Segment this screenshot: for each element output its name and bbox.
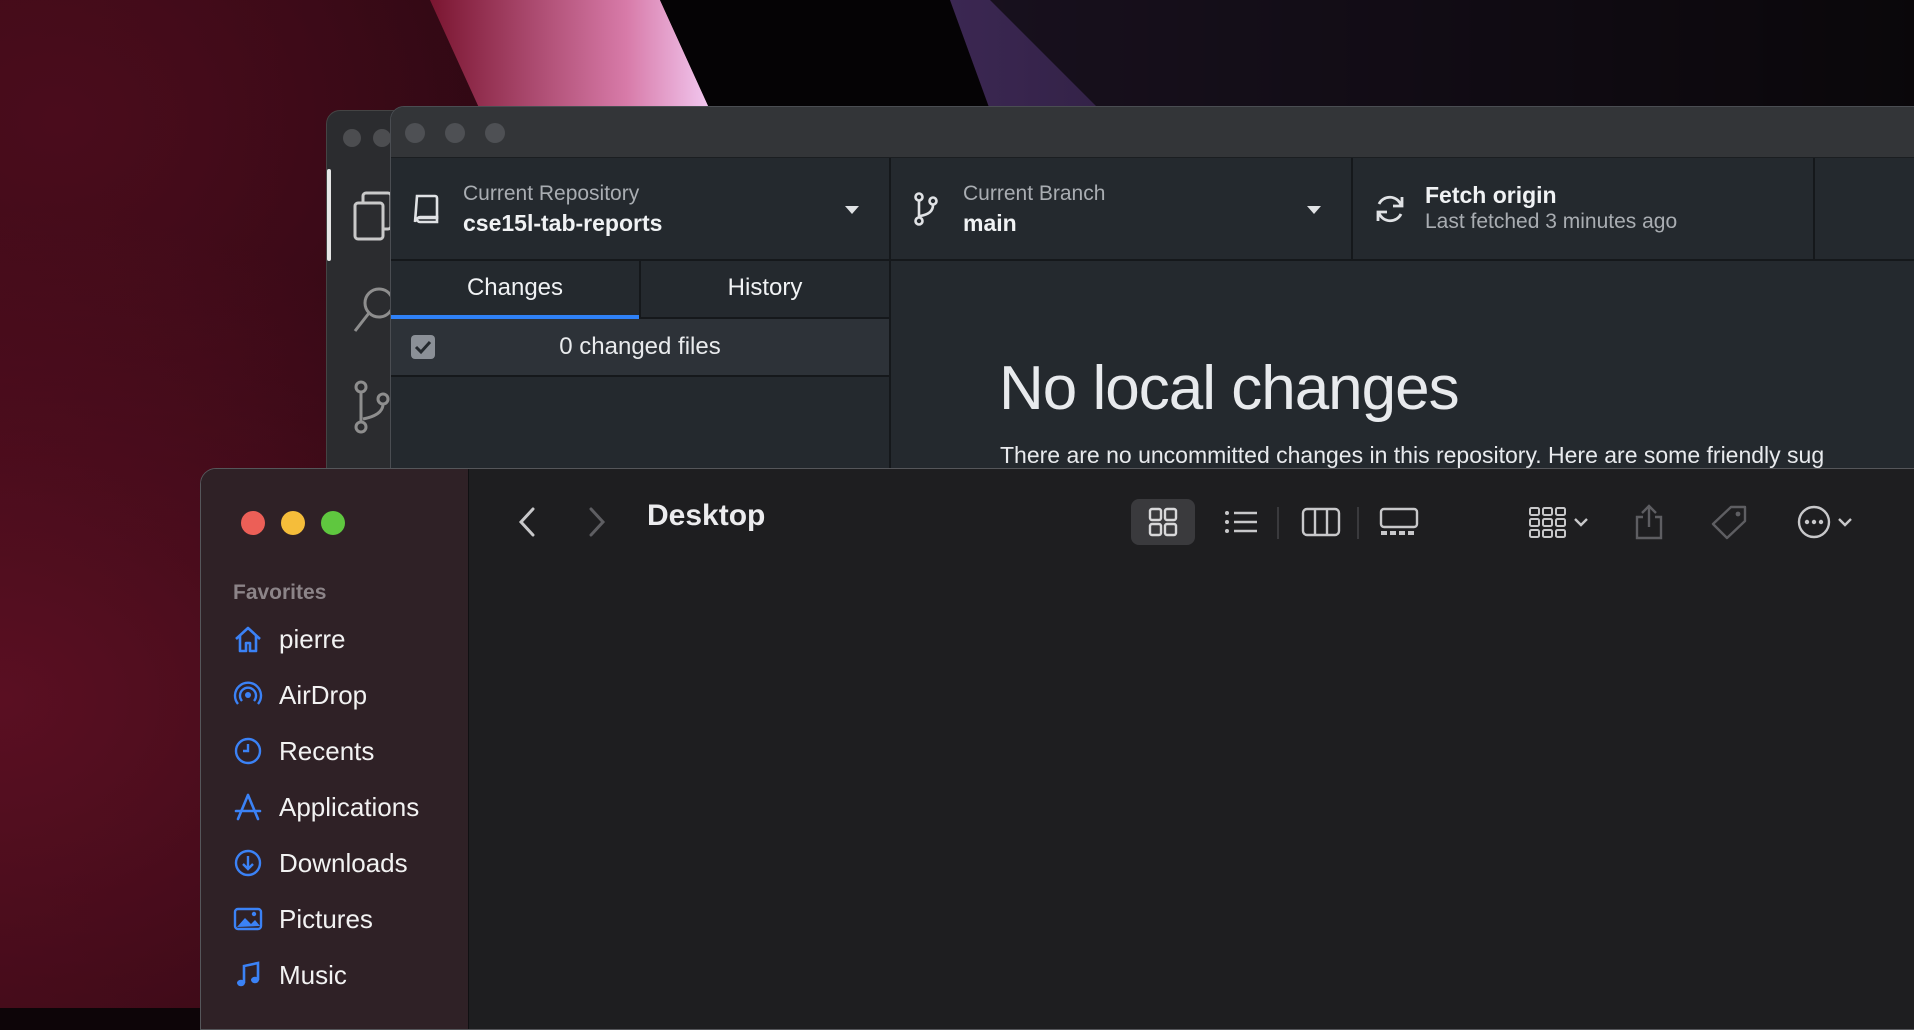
- tag-icon: [1711, 505, 1747, 540]
- sidebar-item-label: pierre: [279, 623, 346, 654]
- fetch-title: Fetch origin: [1425, 182, 1557, 208]
- list-view-button[interactable]: [1213, 499, 1269, 545]
- chevron-left-icon: [518, 507, 535, 537]
- sidebar-item-airdrop[interactable]: AirDrop: [233, 675, 367, 715]
- active-indicator: [327, 169, 331, 261]
- current-branch-button[interactable]: Current Branch main: [891, 158, 1353, 259]
- window-control-close[interactable]: [241, 511, 265, 535]
- repository-caption: Current Repository: [463, 182, 640, 205]
- clock-icon: [233, 736, 263, 766]
- grid-view-button[interactable]: [1131, 499, 1195, 545]
- branch-name: main: [963, 210, 1017, 236]
- airdrop-icon: [233, 680, 263, 710]
- finder-window: Favorites pierre AirDrop Recents Applica…: [200, 468, 1914, 1030]
- sidebar-item-label: Applications: [279, 791, 420, 822]
- toolbar-divider: [1357, 507, 1359, 539]
- branch-caption: Current Branch: [963, 182, 1106, 205]
- toolbar: Current Repository cse15l-tab-reports Cu…: [391, 158, 1914, 261]
- favorites-heading: Favorites: [233, 581, 327, 604]
- github-desktop-window: Current Repository cse15l-tab-reports Cu…: [390, 106, 1914, 492]
- window-control-minimize[interactable]: [445, 123, 465, 143]
- empty-state-headline: No local changes: [999, 354, 1460, 423]
- dropdown-caret-icon: [1307, 206, 1321, 214]
- share-button[interactable]: [1629, 499, 1669, 545]
- repository-name: cse15l-tab-reports: [463, 210, 663, 236]
- column-view-icon: [1301, 507, 1341, 537]
- sync-icon: [1376, 195, 1404, 223]
- window-control-close[interactable]: [405, 123, 425, 143]
- sidebar-item-applications[interactable]: Applications: [233, 787, 419, 827]
- grid-view-icon: [1148, 507, 1178, 537]
- tab-history[interactable]: History: [639, 260, 889, 317]
- share-icon: [1635, 504, 1663, 540]
- chevron-down-icon: [1838, 518, 1852, 527]
- window-title: Desktop: [647, 499, 766, 532]
- dropdown-caret-icon: [845, 206, 859, 214]
- sidebar-item-label: Pictures: [279, 903, 373, 934]
- ellipsis-circle-icon: [1797, 505, 1831, 539]
- window-control-minimize[interactable]: [281, 511, 305, 535]
- changed-files-header: 0 changed files: [391, 319, 889, 377]
- sidebar-item-music[interactable]: Music: [233, 955, 347, 995]
- window-control-close[interactable]: [343, 129, 361, 147]
- gallery-view-button[interactable]: [1371, 499, 1427, 545]
- window-control-zoom[interactable]: [321, 511, 345, 535]
- pictures-icon: [233, 904, 263, 934]
- sidebar-item-label: AirDrop: [279, 679, 368, 710]
- window-control-zoom[interactable]: [485, 123, 505, 143]
- chevron-down-icon: [1574, 518, 1588, 527]
- changed-files-count: 0 changed files: [559, 333, 721, 360]
- tab-changes[interactable]: Changes: [391, 260, 639, 319]
- sidebar-item-pictures[interactable]: Pictures: [233, 899, 373, 939]
- changes-sidebar: Changes History 0 changed files: [391, 260, 891, 491]
- group-by-button[interactable]: [1519, 499, 1599, 545]
- finder-toolbar: Desktop: [469, 469, 1914, 569]
- column-view-button[interactable]: [1293, 499, 1349, 545]
- download-icon: [233, 848, 263, 878]
- window-titlebar: [391, 107, 1914, 158]
- chevron-right-icon: [589, 507, 606, 537]
- sidebar-item-label: Recents: [279, 735, 375, 766]
- window-control-minimize[interactable]: [373, 129, 391, 147]
- sidebar-tabs: Changes History: [391, 260, 889, 319]
- fetch-origin-button[interactable]: Fetch origin Last fetched 3 minutes ago: [1353, 158, 1815, 259]
- applications-icon: [233, 792, 263, 822]
- gallery-view-icon: [1379, 507, 1419, 535]
- tag-button[interactable]: [1707, 499, 1751, 545]
- music-icon: [233, 960, 263, 990]
- back-button[interactable]: [509, 499, 545, 545]
- toolbar-divider: [1277, 507, 1279, 539]
- repo-icon: [413, 194, 439, 224]
- home-icon: [233, 624, 263, 654]
- more-actions-button[interactable]: [1789, 499, 1861, 545]
- sidebar-item-label: Music: [279, 959, 347, 990]
- sidebar-item-label: Downloads: [279, 847, 408, 878]
- sidebar-item-downloads[interactable]: Downloads: [233, 843, 408, 883]
- current-repository-button[interactable]: Current Repository cse15l-tab-reports: [391, 158, 891, 259]
- branch-icon: [914, 192, 938, 226]
- finder-content-area[interactable]: [469, 569, 1914, 1029]
- sidebar-item-pierre[interactable]: pierre: [233, 619, 345, 659]
- list-view-icon: [1225, 511, 1257, 533]
- fetch-subtitle: Last fetched 3 minutes ago: [1425, 210, 1678, 233]
- empty-state-description: There are no uncommitted changes in this…: [1000, 442, 1825, 468]
- finder-sidebar: Favorites pierre AirDrop Recents Applica…: [201, 469, 469, 1029]
- group-grid-icon: [1529, 507, 1566, 538]
- forward-button[interactable]: [579, 499, 615, 545]
- sidebar-item-recents[interactable]: Recents: [233, 731, 374, 771]
